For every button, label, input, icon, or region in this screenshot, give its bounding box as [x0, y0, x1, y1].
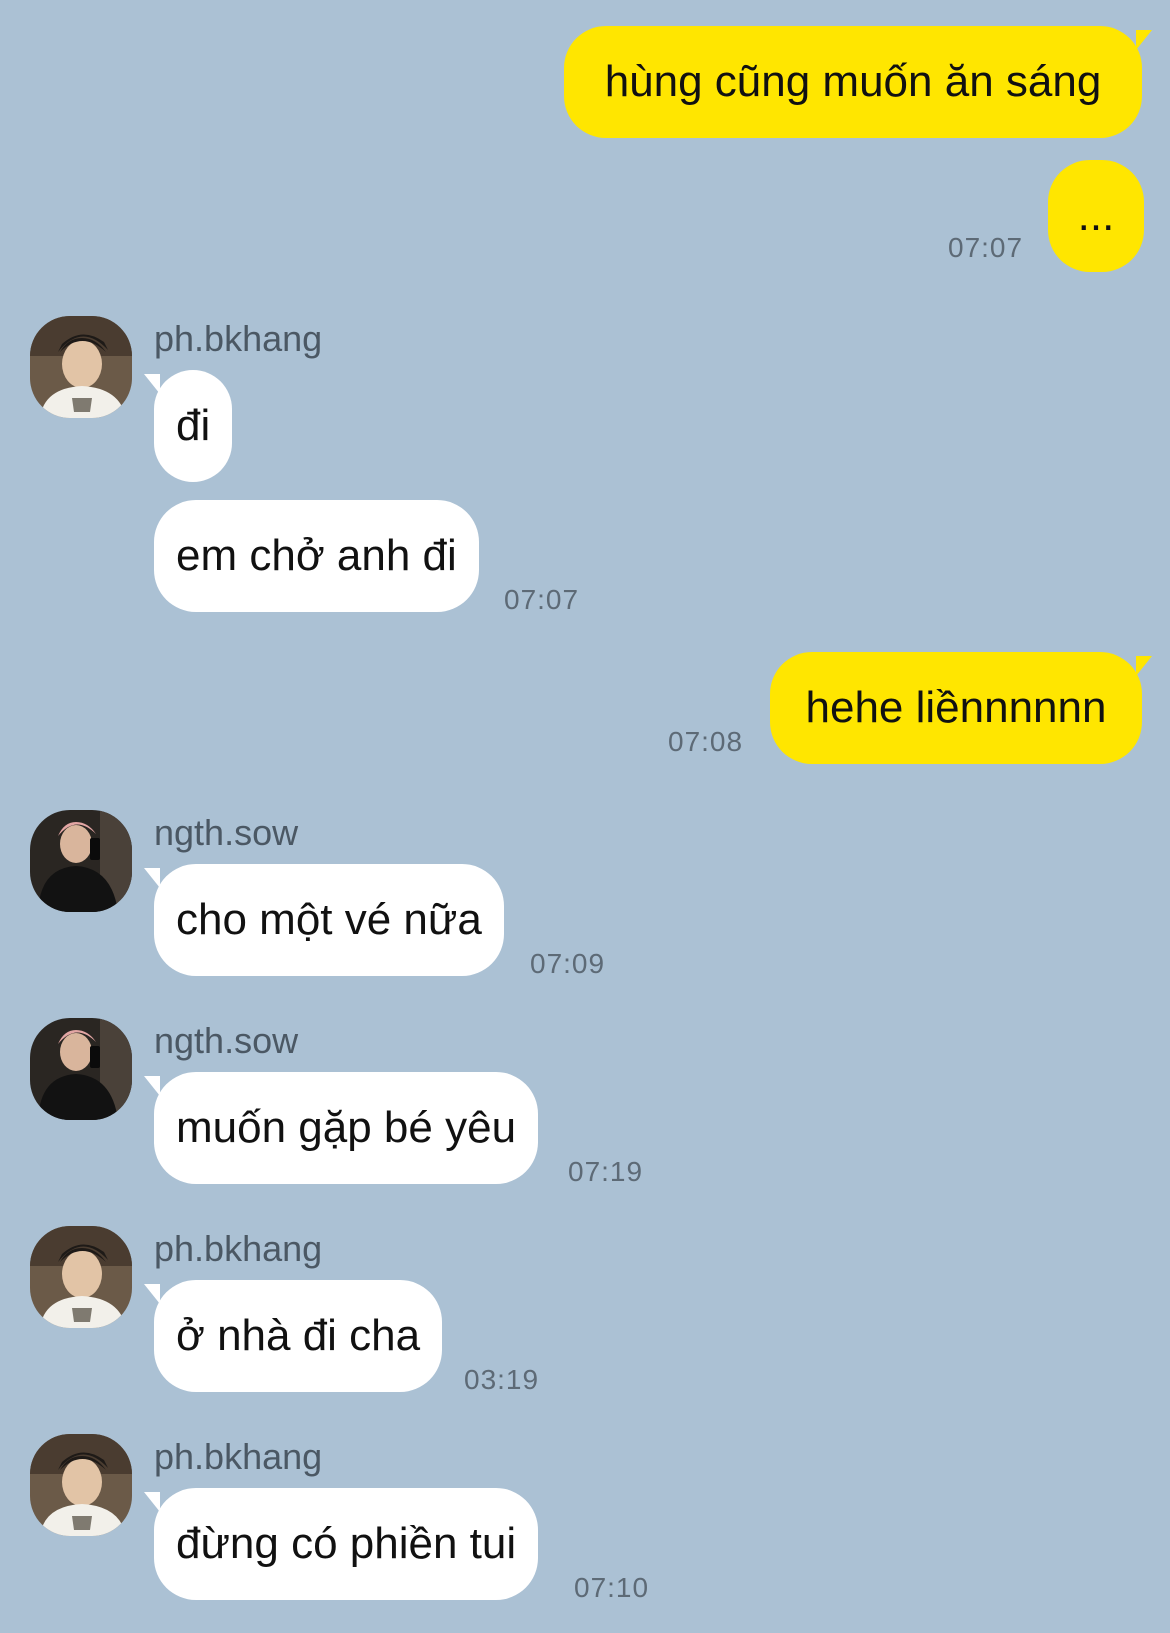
avatar[interactable] — [30, 1434, 132, 1536]
message-timestamp: 07:08 — [668, 726, 744, 757]
incoming-message-bubble[interactable]: muốn gặp bé yêu — [143, 1072, 539, 1184]
sender-name: ngth.sow — [154, 812, 299, 853]
avatar-photo-khang — [30, 1434, 132, 1536]
avatar[interactable] — [30, 1226, 132, 1328]
outgoing-message-bubble[interactable]: hùng cũng muốn ăn sáng — [564, 26, 1152, 138]
sender-name: ph.bkhang — [154, 1228, 323, 1269]
avatar[interactable] — [30, 1018, 132, 1120]
sender-name: ph.bkhang — [154, 1436, 323, 1477]
avatar-photo-sow — [30, 1018, 132, 1120]
avatar[interactable] — [30, 810, 132, 912]
message-timestamp: 07:07 — [948, 232, 1024, 263]
message-timestamp: 03:19 — [464, 1364, 540, 1395]
message-timestamp: 07:10 — [574, 1572, 650, 1603]
avatar-photo-khang — [30, 316, 132, 418]
message-timestamp: 07:09 — [530, 948, 606, 979]
avatar-photo-sow — [30, 810, 132, 912]
outgoing-message-bubble[interactable]: ... — [1048, 160, 1144, 272]
sender-name: ph.bkhang — [154, 318, 323, 359]
message-timestamp: 07:07 — [504, 584, 580, 615]
incoming-message-bubble[interactable]: đi — [143, 370, 233, 482]
incoming-message-bubble[interactable]: đừng có phiền tui — [143, 1488, 539, 1600]
sender-name: ngth.sow — [154, 1020, 299, 1061]
incoming-message-bubble[interactable]: em chở anh đi — [154, 500, 479, 612]
incoming-message-bubble[interactable]: ở nhà đi cha — [143, 1280, 443, 1392]
avatar-photo-khang — [30, 1226, 132, 1328]
message-timestamp: 07:19 — [568, 1156, 644, 1187]
avatar[interactable] — [30, 316, 132, 418]
incoming-message-bubble[interactable]: cho một vé nữa — [144, 864, 504, 976]
outgoing-message-bubble[interactable]: hehe liềnnnnnn — [770, 652, 1152, 764]
